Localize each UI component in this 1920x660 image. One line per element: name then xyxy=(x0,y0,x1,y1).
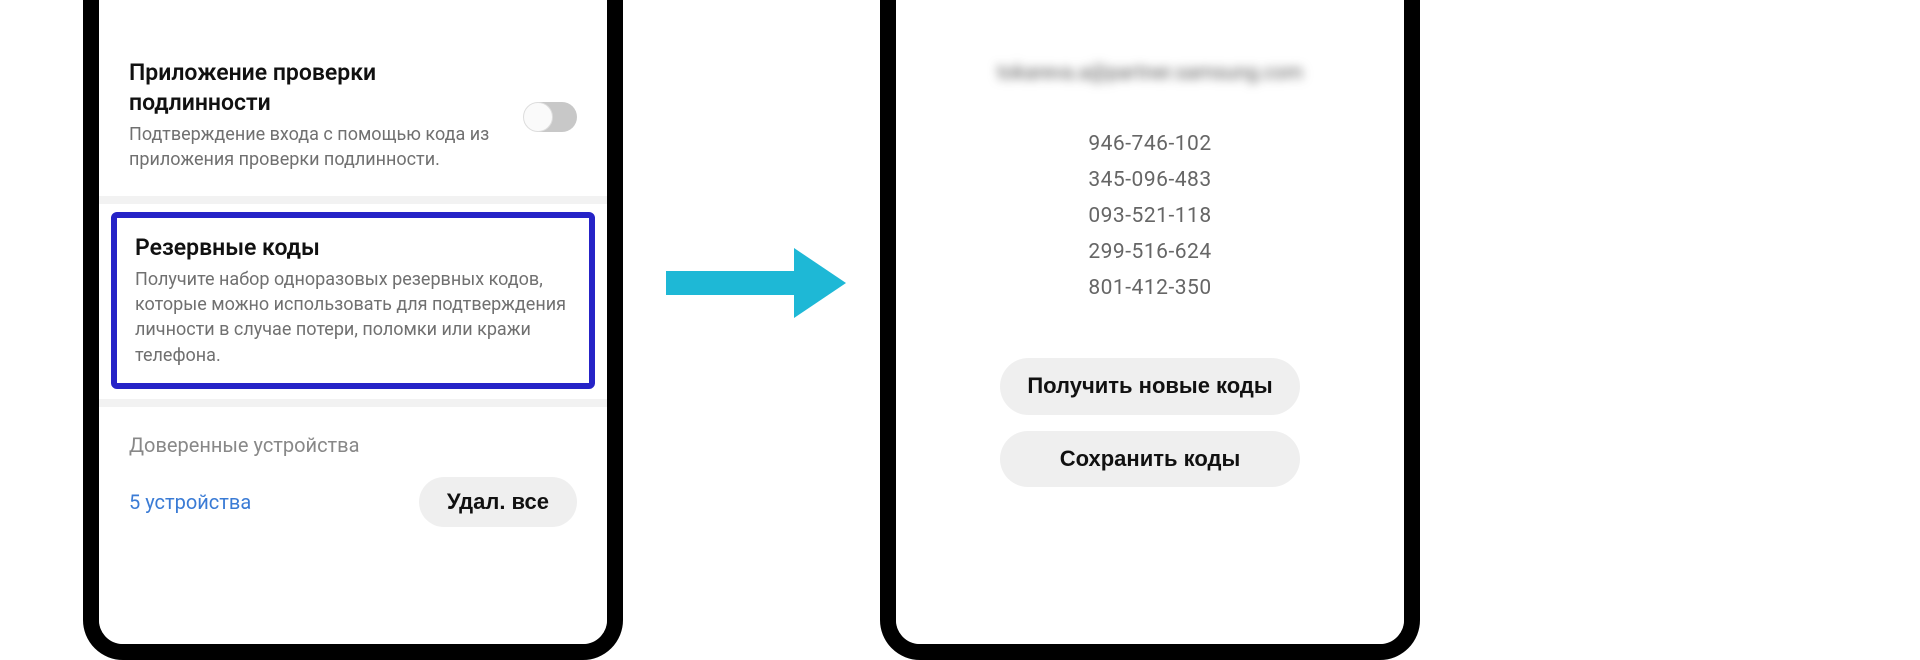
divider xyxy=(99,196,607,204)
backup-codes-desc: Получите набор одноразовых резервных код… xyxy=(135,267,571,368)
auth-app-toggle[interactable] xyxy=(525,102,577,132)
arrow-icon xyxy=(666,248,846,318)
settings-screen: Приложение проверки подлинности Подтверж… xyxy=(99,0,607,644)
auth-app-title: Приложение проверки подлинности xyxy=(129,58,505,118)
toggle-knob xyxy=(523,102,553,132)
backup-codes-title: Резервные коды xyxy=(135,233,571,263)
auth-app-desc: Подтверждение входа с помощью кода из пр… xyxy=(129,122,505,172)
backup-code: 946-746-102 xyxy=(1088,132,1211,156)
backup-code: 093-521-118 xyxy=(1088,204,1211,228)
backup-code: 299-516-624 xyxy=(1088,240,1211,264)
phone-mockup-left: Приложение проверки подлинности Подтверж… xyxy=(83,0,623,660)
delete-all-button[interactable]: Удал. все xyxy=(419,477,577,527)
backup-codes-screen: tokareva.a@partner.samsung.com 946-746-1… xyxy=(896,0,1404,644)
backup-code: 345-096-483 xyxy=(1088,168,1211,192)
trusted-devices-header: Доверенные устройства xyxy=(99,411,607,467)
get-new-codes-button[interactable]: Получить новые коды xyxy=(1000,358,1300,415)
auth-app-item[interactable]: Приложение проверки подлинности Подтверж… xyxy=(99,46,607,192)
devices-count-link[interactable]: 5 устройства xyxy=(129,490,251,514)
backup-codes-item[interactable]: Резервные коды Получите набор одноразовы… xyxy=(111,212,595,389)
save-codes-button[interactable]: Сохранить коды xyxy=(1000,431,1300,488)
backup-code: 801-412-350 xyxy=(1088,276,1211,300)
devices-row: 5 устройства Удал. все xyxy=(99,467,607,527)
divider xyxy=(99,399,607,407)
backup-codes-list: 946-746-102 345-096-483 093-521-118 299-… xyxy=(1088,132,1211,300)
account-email: tokareva.a@partner.samsung.com xyxy=(997,60,1303,84)
phone-mockup-right: tokareva.a@partner.samsung.com 946-746-1… xyxy=(880,0,1420,660)
